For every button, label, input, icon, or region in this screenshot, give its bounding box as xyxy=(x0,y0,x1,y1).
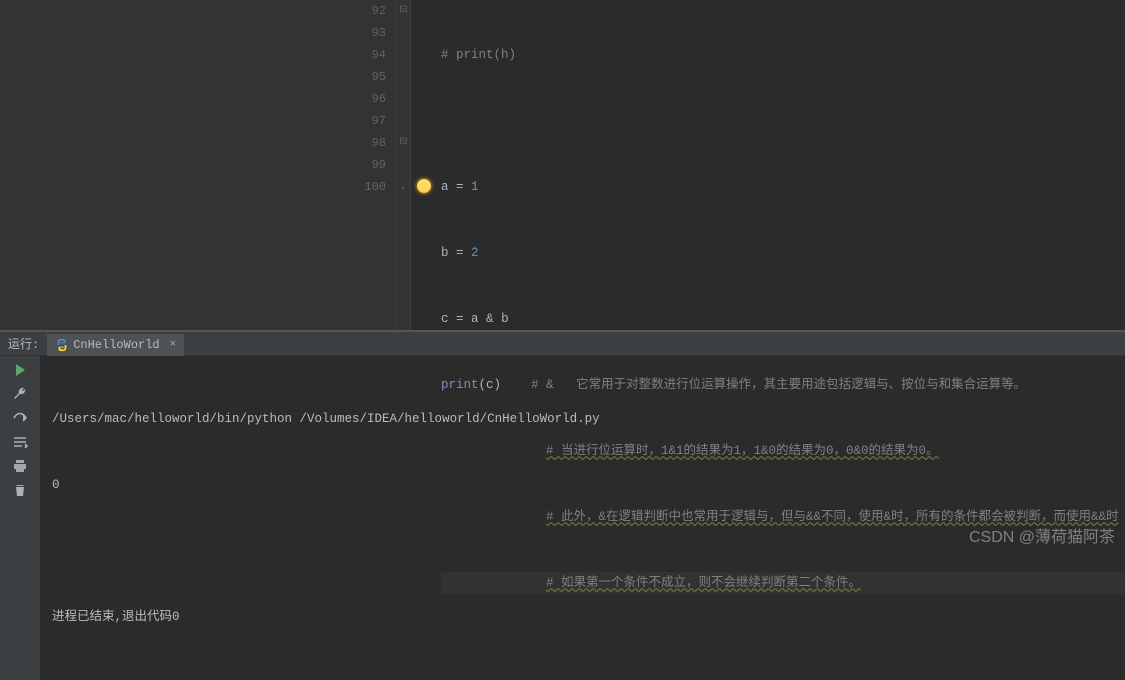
python-icon xyxy=(55,338,69,352)
line-number-gutter[interactable]: 92 93 94 95 96 97 98 99 100 xyxy=(337,0,397,330)
code-var: b xyxy=(441,246,449,260)
code-editor[interactable]: # print(h) a = 1 b = 2 c = a & b print(c… xyxy=(441,0,1125,330)
step-into-icon[interactable] xyxy=(12,434,28,450)
run-label: 运行: xyxy=(0,335,47,352)
project-panel-collapsed xyxy=(0,0,337,330)
code-var: c xyxy=(441,312,449,326)
line-number[interactable]: 96 xyxy=(337,88,386,110)
code-comment: # 此外，&在逻辑判断中也常用于逻辑与，但与&&不同，使用&时，所有的条件都会被… xyxy=(546,510,1119,524)
code-comment: # 如果第一个条件不成立，则不会继续判断第二个条件。 xyxy=(546,576,861,590)
wrench-icon[interactable] xyxy=(12,386,28,402)
close-icon[interactable]: × xyxy=(170,339,177,351)
print-icon[interactable] xyxy=(12,458,28,474)
console-exit: 进程已结束,退出代码0 xyxy=(52,606,1113,628)
step-over-icon[interactable] xyxy=(12,410,28,426)
line-number[interactable]: 94 xyxy=(337,44,386,66)
run-configuration-tab[interactable]: CnHelloWorld × xyxy=(47,332,184,356)
line-number[interactable]: 93 xyxy=(337,22,386,44)
lightbulb-icon[interactable] xyxy=(417,179,431,193)
fold-indicator[interactable]: ⊟ xyxy=(397,0,410,22)
code-comment: # 当进行位运算时，1&1的结果为1，1&0的结果为0，0&0的结果为0。 xyxy=(546,444,939,458)
line-number[interactable]: 98 xyxy=(337,132,386,154)
fold-end-indicator[interactable]: ⌞ xyxy=(397,176,410,198)
code-comment: # print(h) xyxy=(441,48,516,62)
code-fn: print xyxy=(441,378,479,392)
code-comment: # & 它常用于对整数进行位运算操作，其主要用途包括逻辑与、按位与和集合运算等。 xyxy=(531,378,1026,392)
code-var: a xyxy=(441,180,449,194)
fold-indicator[interactable]: ⊟ xyxy=(397,132,410,154)
line-number[interactable]: 100 xyxy=(337,176,386,198)
line-number[interactable]: 97 xyxy=(337,110,386,132)
line-number[interactable]: 95 xyxy=(337,66,386,88)
code-line xyxy=(441,110,1125,132)
line-number[interactable]: 99 xyxy=(337,154,386,176)
code-number: 1 xyxy=(471,180,479,194)
trash-icon[interactable] xyxy=(12,482,28,498)
tab-label: CnHelloWorld xyxy=(73,338,159,352)
code-number: 2 xyxy=(471,246,479,260)
play-icon[interactable] xyxy=(12,362,28,378)
editor-area: 92 93 94 95 96 97 98 99 100 ⊟ ⊟ ⌞ # prin… xyxy=(0,0,1125,330)
run-toolbar xyxy=(0,356,40,680)
line-number[interactable]: 92 xyxy=(337,0,386,22)
intention-gutter xyxy=(411,0,441,330)
fold-gutter[interactable]: ⊟ ⊟ ⌞ xyxy=(397,0,411,330)
